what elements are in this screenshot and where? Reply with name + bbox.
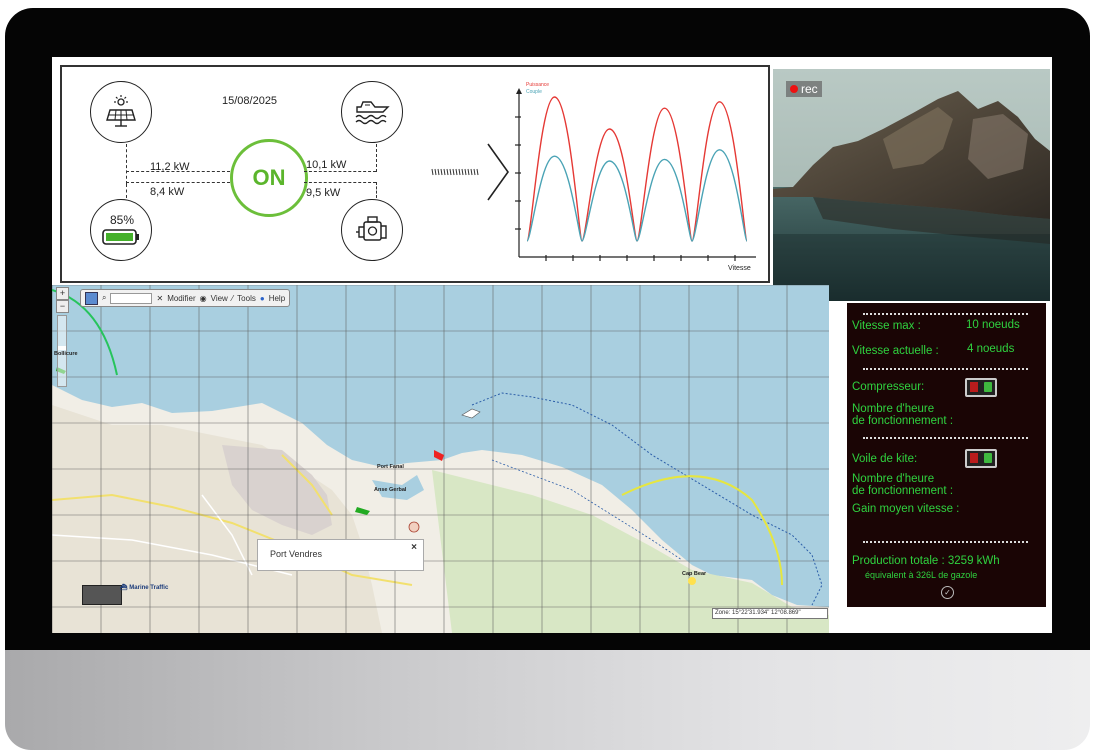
engine-icon <box>341 199 403 261</box>
current-speed-value: 4 noeuds <box>967 343 1015 355</box>
engine-power-value: 9,5 kW <box>306 187 341 199</box>
marine-traffic-logo[interactable]: ⛴ Marine Traffic <box>120 585 168 592</box>
engine-link-line <box>376 182 377 198</box>
map-label-anse[interactable]: Anse Gerbal <box>374 487 406 493</box>
engine-on-line <box>304 182 376 183</box>
chart-series-torque <box>526 149 748 242</box>
boat-icon <box>341 81 403 143</box>
map-coordinates: Zone: 15°22'31.934" 12°08.869" <box>712 608 828 619</box>
kite-toggle[interactable] <box>965 449 997 468</box>
chart-series-power <box>526 96 748 242</box>
info-panel: Vitesse max : 10 noeuds Vitesse actuelle… <box>847 303 1046 607</box>
modify-icon: ✕ <box>156 293 164 303</box>
max-speed-label: Vitesse max : <box>852 320 921 332</box>
avg-speed-gain-label: Gain moyen vitesse : <box>852 503 960 515</box>
help-icon: ● <box>259 293 265 303</box>
battery-level: 85% <box>110 213 135 227</box>
view-button[interactable]: View <box>211 294 228 303</box>
solar-panel-icon <box>90 81 152 143</box>
separator <box>863 368 1028 370</box>
solar-link-line <box>126 144 127 184</box>
legend-power: Puissance <box>526 82 549 88</box>
separator <box>863 313 1028 315</box>
kite-hours-label-2: de fonctionnement : <box>852 485 954 497</box>
system-status-on[interactable]: ON <box>230 139 308 217</box>
solar-on-line <box>126 182 230 183</box>
record-dot-icon <box>790 85 798 93</box>
kite-label: Voile de kite: <box>852 453 918 465</box>
map-search-input[interactable] <box>110 292 153 304</box>
compressor-hours-label-2: de fonctionnement : <box>852 415 954 427</box>
map-layers-icon[interactable] <box>85 291 98 305</box>
monitor-stand <box>5 650 1090 750</box>
map-toolbar: ⌕ ✕ Modifier ◉ View ⁄ Tools ● Help <box>80 289 291 307</box>
map-scale-control[interactable] <box>82 585 122 605</box>
view-icon: ◉ <box>199 293 207 303</box>
camera-feed[interactable] <box>773 69 1050 301</box>
compressor-toggle[interactable] <box>965 378 997 397</box>
battery-link-line <box>126 184 127 198</box>
check-icon[interactable]: ✓ <box>941 586 954 599</box>
propulsion-on-line <box>304 171 376 172</box>
propulsion-power-value: 10,1 kW <box>306 159 347 171</box>
search-icon: ⌕ <box>102 293 107 302</box>
max-speed-value: 10 noeuds <box>966 319 1020 331</box>
popup-title: Port Vendres <box>270 549 323 559</box>
energy-date: 15/08/2025 <box>222 95 278 107</box>
legend-torque: Couple <box>526 89 542 95</box>
kite-hours-label-1: Nombre d'heure <box>852 473 935 485</box>
recording-indicator[interactable]: rec <box>786 81 822 97</box>
separator <box>863 437 1028 439</box>
battery-on-line <box>126 171 230 172</box>
total-production-label: Production totale : 3259 kWh <box>852 555 1000 567</box>
modify-button[interactable]: Modifier <box>167 294 195 303</box>
current-speed-label: Vitesse actuelle : <box>852 345 939 357</box>
map-popup: Port Vendres × <box>257 539 424 571</box>
propulsion-link-line <box>376 144 377 172</box>
popup-close-button[interactable]: × <box>411 542 417 553</box>
map-label-cap-bear[interactable]: Cap Bear <box>682 571 706 577</box>
zoom-out-button[interactable]: − <box>56 300 69 313</box>
battery-icon <box>90 199 152 261</box>
help-button[interactable]: Help <box>269 294 285 303</box>
map-label-bollicure[interactable]: Bollicure <box>54 351 78 357</box>
zoom-in-button[interactable]: + <box>56 287 69 300</box>
tools-icon: ⁄ <box>231 293 234 303</box>
battery-power-value: 8,4 kW <box>150 186 185 198</box>
chart-xlabel: Vitesse <box>728 265 751 272</box>
compressor-label: Compresseur: <box>852 381 925 393</box>
compressor-hours-label-1: Nombre d'heure <box>852 403 935 415</box>
tools-button[interactable]: Tools <box>237 294 256 303</box>
nautical-map[interactable] <box>52 285 829 633</box>
power-torque-chart: Puissance Couple Vitesse <box>494 67 762 277</box>
map-label-port-fanal[interactable]: Port Fanal <box>377 464 404 470</box>
separator <box>863 541 1028 543</box>
dashboard-screen: 15/08/2025 11,2 kW 8,4 kW ON 10,1 kW 9,5… <box>52 57 1052 633</box>
diesel-equivalent-label: équivalent à 326L de gazole <box>865 570 978 580</box>
